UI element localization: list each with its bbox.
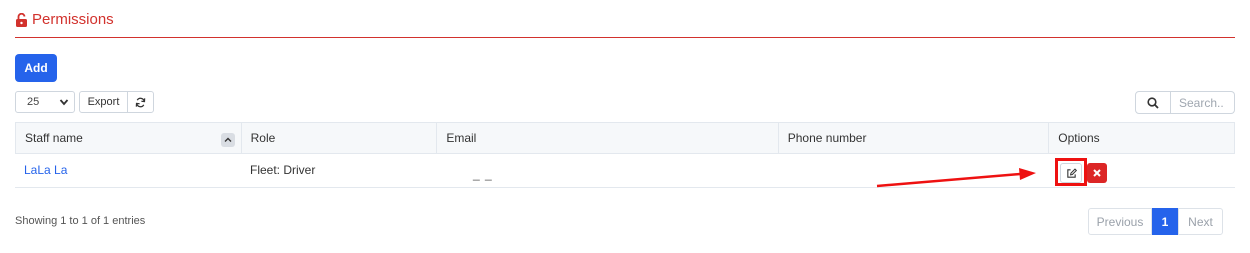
previous-page-button[interactable]: Previous bbox=[1088, 208, 1152, 235]
entries-info: Showing 1 to 1 of 1 entries bbox=[15, 215, 146, 227]
permissions-table: Staff name Role Email Phone number Optio… bbox=[15, 122, 1235, 188]
header-divider bbox=[15, 37, 1235, 38]
annotation-arrow bbox=[876, 168, 1036, 188]
column-header-email[interactable]: Email bbox=[437, 123, 779, 153]
email-value: _ _ bbox=[473, 167, 493, 181]
column-header-role[interactable]: Role bbox=[242, 123, 438, 153]
page-size-value: 25 bbox=[27, 96, 40, 108]
sort-toggle[interactable] bbox=[220, 133, 235, 147]
role-cell: Fleet: Driver bbox=[250, 163, 316, 177]
table-header: Staff name Role Email Phone number Optio… bbox=[15, 122, 1235, 154]
page-header: Permissions bbox=[15, 11, 114, 28]
add-button[interactable]: Add bbox=[15, 54, 57, 82]
search-button[interactable] bbox=[1135, 91, 1171, 114]
search-input[interactable] bbox=[1171, 91, 1235, 114]
options-cell bbox=[1050, 154, 1235, 187]
page-size-select[interactable]: 25 bbox=[15, 91, 75, 113]
table-row: LaLa La Fleet: Driver _ _ bbox=[15, 154, 1235, 188]
chevron-up-icon bbox=[224, 137, 232, 142]
column-header-staff-name[interactable]: Staff name bbox=[16, 123, 242, 153]
delete-button[interactable] bbox=[1087, 163, 1107, 183]
search-group bbox=[1135, 91, 1235, 114]
export-button[interactable]: Export bbox=[79, 91, 128, 113]
next-page-button[interactable]: Next bbox=[1178, 208, 1223, 235]
email-cell: _ _ bbox=[437, 154, 779, 187]
search-icon bbox=[1147, 96, 1159, 109]
page-1-button[interactable]: 1 bbox=[1152, 208, 1178, 235]
page-title: Permissions bbox=[32, 11, 114, 28]
annotation-highlight-box bbox=[1055, 158, 1087, 186]
refresh-button[interactable] bbox=[127, 91, 154, 113]
chevron-down-icon bbox=[59, 99, 69, 106]
lock-open-icon bbox=[16, 12, 27, 27]
refresh-icon bbox=[135, 97, 146, 107]
column-header-phone[interactable]: Phone number bbox=[779, 123, 1050, 153]
column-header-options: Options bbox=[1058, 131, 1100, 145]
close-icon bbox=[1093, 169, 1101, 177]
staff-name-link[interactable]: LaLa La bbox=[15, 154, 241, 187]
pagination: Previous 1 Next bbox=[1088, 208, 1223, 235]
